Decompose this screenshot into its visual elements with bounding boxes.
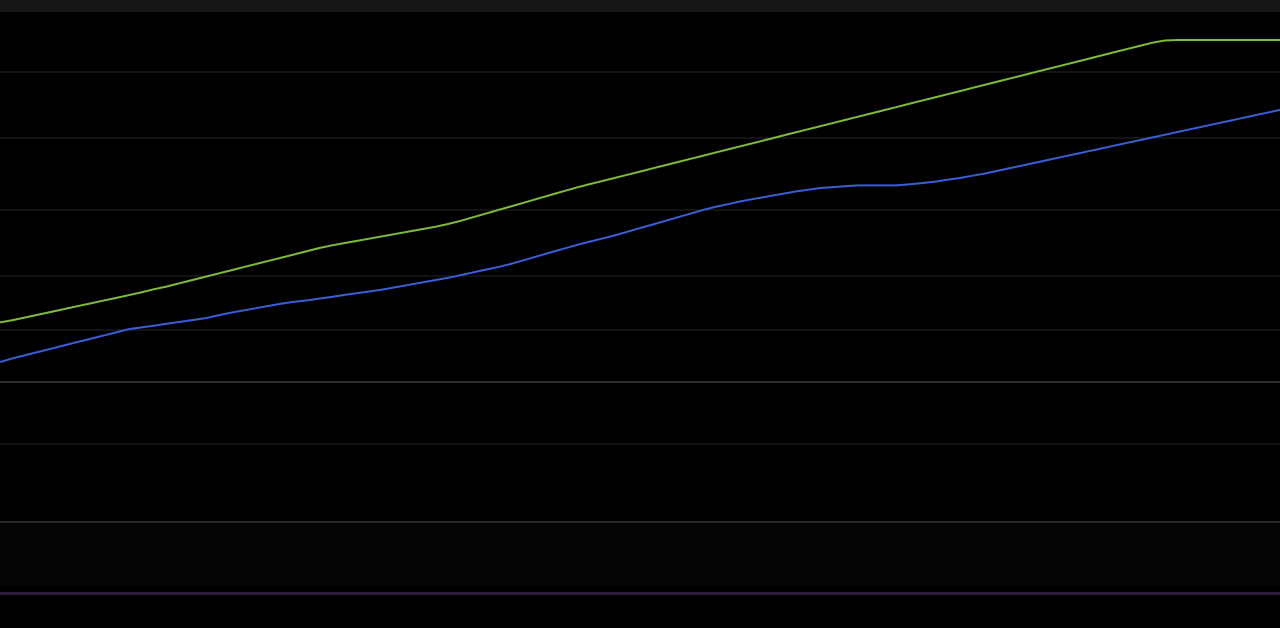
- series-line-blue: [0, 108, 1280, 363]
- series-layer: [0, 39, 1280, 363]
- top-band: [0, 0, 1280, 12]
- bottom-rule: [0, 592, 1280, 595]
- chart-svg: [0, 0, 1280, 595]
- series-line-green: [0, 39, 1280, 324]
- chart-area: [0, 0, 1280, 628]
- grid-layer: [0, 71, 1280, 445]
- lower-panel-background: [0, 524, 1280, 586]
